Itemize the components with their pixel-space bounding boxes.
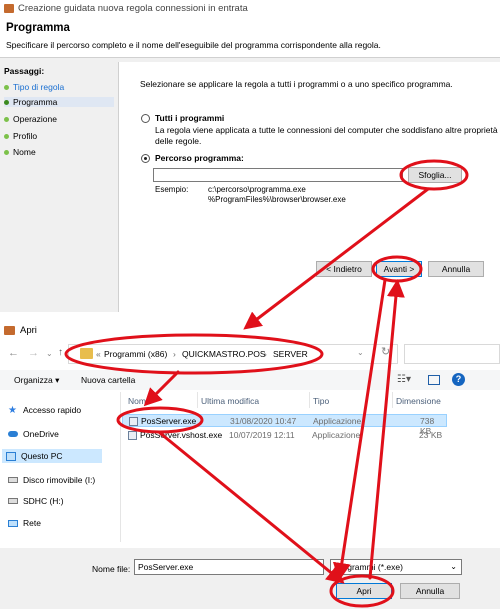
nav-sdhc[interactable]: SDHC (H:) <box>4 494 68 508</box>
wizard-question: Selezionare se applicare la regola a tut… <box>140 79 453 89</box>
all-programs-desc-2: delle regole. <box>155 136 202 146</box>
example-label: Esempio: <box>155 185 189 194</box>
wizard-window-title: Creazione guidata nuova regola connessio… <box>18 3 248 14</box>
step-dot-icon <box>4 99 9 105</box>
wizard-header <box>0 18 500 58</box>
nav-removable-disk[interactable]: Disco rimovibile (I:) <box>4 473 99 487</box>
breadcrumb-separator: › <box>264 349 267 359</box>
forward-arrow-icon[interactable]: → <box>28 347 39 359</box>
recent-chevron-icon[interactable]: ⌄ <box>46 349 53 358</box>
file-modified: 31/08/2020 10:47 <box>230 416 297 426</box>
view-options-icon[interactable]: ☷▾ <box>397 374 411 385</box>
file-size: 23 KB <box>419 430 443 440</box>
program-path-radio[interactable] <box>141 154 150 163</box>
file-name: PosServer.vshost.exe <box>140 430 223 440</box>
open-dialog-title: Apri <box>2 325 37 336</box>
filter-value: Programmi (*.exe) <box>334 562 403 572</box>
column-divider[interactable] <box>309 392 310 408</box>
step-action[interactable]: Operazione <box>4 114 57 124</box>
breadcrumb-overflow[interactable]: « <box>96 349 101 359</box>
next-button[interactable]: Avanti > <box>376 261 422 277</box>
nav-network[interactable]: Rete <box>4 516 45 530</box>
breadcrumb-quickmastro[interactable]: QUICKMASTRO.POS <box>182 349 266 359</box>
file-type: Applicazione <box>312 430 361 440</box>
step-dot-icon <box>4 133 9 139</box>
step-program[interactable]: Programma <box>4 97 114 107</box>
program-path-label: Percorso programma: <box>155 153 244 163</box>
help-icon[interactable]: ? <box>452 373 465 386</box>
breadcrumb-programmi[interactable]: Programmi (x86) <box>104 349 167 359</box>
preview-pane-icon[interactable] <box>428 375 440 385</box>
command-bar <box>0 370 500 390</box>
back-button[interactable]: < Indietro <box>316 261 372 277</box>
browse-button[interactable]: Sfoglia... <box>408 167 462 183</box>
file-type: Applicazione <box>313 416 362 426</box>
wizard-cancel-button[interactable]: Annulla <box>428 261 484 277</box>
column-name[interactable]: Nome <box>128 396 151 406</box>
all-programs-label: Tutti i programmi <box>155 113 225 123</box>
back-arrow-icon[interactable]: ← <box>8 347 19 359</box>
star-icon: ★ <box>8 404 17 416</box>
refresh-icon[interactable]: ↻ <box>381 345 390 358</box>
file-name: PosServer.exe <box>141 416 197 426</box>
column-divider[interactable] <box>392 392 393 408</box>
all-programs-radio[interactable] <box>141 114 150 123</box>
step-profile[interactable]: Profilo <box>4 131 37 141</box>
breadcrumb-separator: › <box>173 349 176 359</box>
step-name[interactable]: Nome <box>4 147 36 157</box>
cloud-icon <box>8 431 18 437</box>
exe-file-icon <box>129 417 138 426</box>
up-arrow-icon[interactable]: ↑ <box>58 347 63 358</box>
file-type-filter[interactable]: Programmi (*.exe) ⌄ <box>330 559 462 575</box>
firewall-icon <box>4 4 14 13</box>
file-row[interactable]: PosServer.exe 31/08/2020 10:47 Applicazi… <box>122 414 447 436</box>
chevron-down-icon: ⌄ <box>450 562 457 571</box>
network-icon <box>8 519 18 527</box>
program-path-input[interactable] <box>153 168 403 182</box>
step-rule-type[interactable]: Tipo di regola <box>4 82 64 92</box>
app-icon <box>4 326 15 335</box>
filename-label: Nome file: <box>92 564 131 574</box>
column-size[interactable]: Dimensione <box>396 396 441 406</box>
filename-input[interactable]: PosServer.exe <box>134 559 324 575</box>
example-line-1: c:\percorso\programma.exe <box>208 185 306 194</box>
folder-icon <box>80 348 93 359</box>
address-dropdown-icon[interactable]: ⌄ <box>357 348 364 357</box>
open-cancel-button[interactable]: Annulla <box>400 583 460 599</box>
exe-file-icon <box>128 431 137 440</box>
wizard-description: Specificare il percorso completo e il no… <box>6 40 381 50</box>
drive-icon <box>8 477 18 483</box>
new-folder-button[interactable]: Nuova cartella <box>81 375 135 385</box>
computer-icon <box>6 451 16 461</box>
search-input[interactable] <box>404 344 500 364</box>
steps-title: Passaggi: <box>4 66 45 76</box>
drive-icon <box>8 498 18 504</box>
open-button[interactable]: Apri <box>336 583 392 599</box>
file-modified: 10/07/2019 12:11 <box>229 430 295 440</box>
column-type[interactable]: Tipo <box>313 396 329 406</box>
column-divider[interactable] <box>197 392 198 408</box>
step-dot-icon <box>4 149 9 155</box>
example-line-2: %ProgramFiles%\browser\browser.exe <box>208 195 346 204</box>
wizard-titlebar: Creazione guidata nuova regola connessio… <box>0 0 500 18</box>
breadcrumb-server[interactable]: SERVER <box>273 349 308 359</box>
nav-this-pc[interactable]: Questo PC <box>2 449 102 463</box>
column-modified[interactable]: Ultima modifica <box>201 396 259 406</box>
file-row[interactable]: PosServer.vshost.exe 10/07/2019 12:11 Ap… <box>122 429 447 442</box>
nav-onedrive[interactable]: OneDrive <box>4 427 63 441</box>
all-programs-desc-1: La regola viene applicata a tutte le con… <box>155 125 498 135</box>
step-dot-icon <box>4 84 9 90</box>
nav-quick-access[interactable]: ★ Accesso rapido <box>4 403 85 417</box>
organize-button[interactable]: Organizza ▾ <box>14 375 59 386</box>
wizard-heading: Programma <box>6 22 70 34</box>
dialog-footer <box>0 548 500 609</box>
step-dot-icon <box>4 116 9 122</box>
